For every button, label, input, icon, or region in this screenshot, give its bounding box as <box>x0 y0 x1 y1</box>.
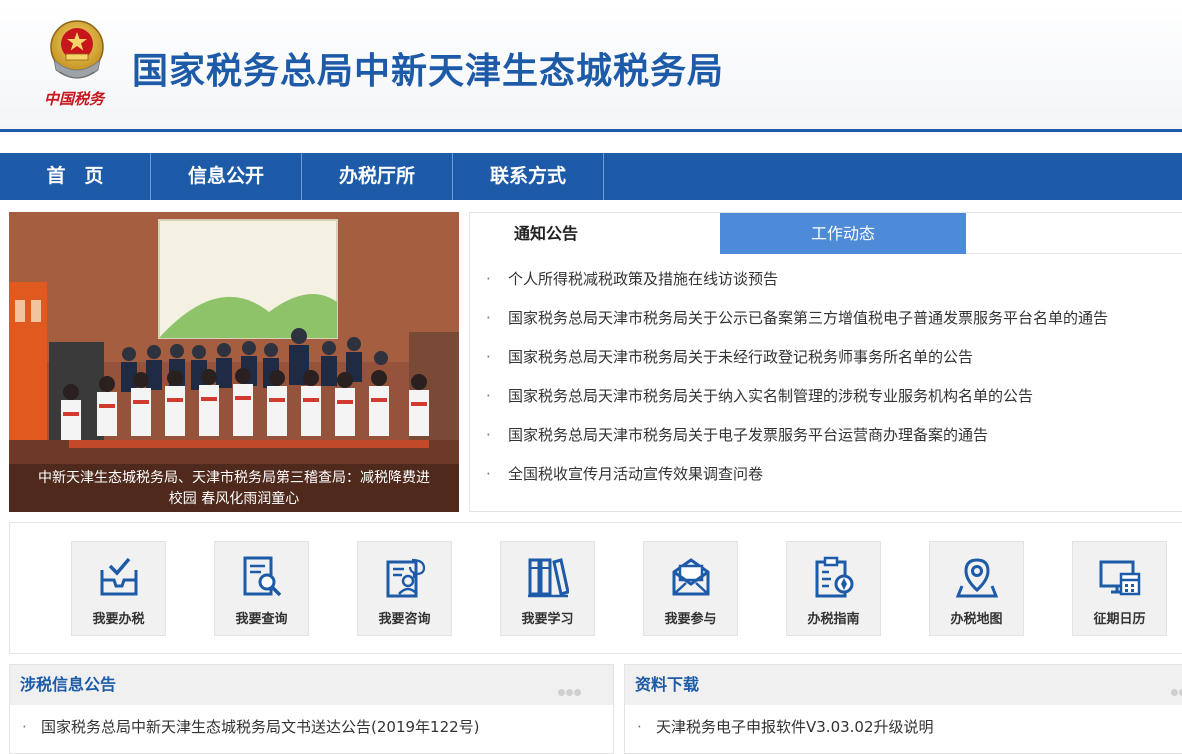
bullet: · <box>22 718 27 736</box>
notice-tabs: 通知公告 工作动态 <box>470 213 1182 255</box>
service-label: 办税指南 <box>807 612 860 627</box>
service-query[interactable]: 我要查询 <box>214 541 309 636</box>
nav-home[interactable]: 首 页 <box>0 153 151 200</box>
notice-list: · 个人所得税减税政策及措施在线访谈预告 · 国家税务总局天津市税务局关于公示已备案… <box>470 254 1182 498</box>
envelope-icon <box>672 558 710 596</box>
notice-panel: 通知公告 工作动态 · 个人所得税减税政策及措施在线访谈预告 · 国家税务总局天津市… <box>469 212 1182 512</box>
service-label: 我要办税 <box>92 612 145 627</box>
service-calendar[interactable]: 征期日历 <box>1072 541 1167 636</box>
site-header: 中国税务 国家税务总局中新天津生态城税务局 <box>0 0 1182 132</box>
caption-line-2: 校园 春风化雨润童心 <box>168 491 300 507</box>
download-link[interactable]: 天津税务电子申报软件V3.03.02升级说明 <box>656 718 934 736</box>
bullet: · <box>486 426 491 444</box>
downloads-panel: 资料下载 · 天津税务电子申报软件V3.03.02升级说明 <box>624 664 1182 754</box>
carousel-caption[interactable]: 中新天津生态城税务局、天津市税务局第三稽查局：减税降费进 校园 春风化雨润童心 <box>9 464 459 512</box>
bullet: · <box>486 270 491 288</box>
nav-info-disclosure[interactable]: 信息公开 <box>151 153 302 200</box>
bullet: · <box>486 348 491 366</box>
tax-info-panel: 涉税信息公告 · 国家税务总局中新天津生态城税务局文书送达公告(2019年122号… <box>9 664 614 754</box>
service-label: 我要学习 <box>521 612 574 627</box>
bullet: · <box>486 387 491 405</box>
main-nav: 首 页 信息公开 办税厅所 联系方式 <box>0 153 1182 200</box>
nav-tax-offices[interactable]: 办税厅所 <box>302 153 453 200</box>
tax-emblem-logo[interactable]: 中国税务 <box>40 14 114 110</box>
news-carousel[interactable]: 中新天津生态城税务局、天津市税务局第三稽查局：减税降费进 校园 春风化雨润童心 <box>9 212 459 512</box>
service-file-tax[interactable]: 我要办税 <box>71 541 166 636</box>
nav-contact[interactable]: 联系方式 <box>453 153 604 200</box>
panel-title: 涉税信息公告 <box>20 675 117 694</box>
notice-link[interactable]: 全国税收宣传月活动宣传效果调查问卷 <box>508 465 763 483</box>
bullet: · <box>637 718 642 736</box>
list-item: · 国家税务总局中新天津生态城税务局文书送达公告(2019年122号) <box>10 715 613 739</box>
service-label: 我要查询 <box>235 612 288 627</box>
panel-header: 资料下载 <box>625 665 1182 705</box>
list-item: · 全国税收宣传月活动宣传效果调查问卷 <box>470 459 1182 498</box>
tab-notices[interactable]: 通知公告 <box>470 213 720 255</box>
list-item: · 国家税务总局天津市税务局关于未经行政登记税务师事务所名单的公告 <box>470 342 1182 381</box>
notice-link[interactable]: 国家税务总局天津市税务局关于纳入实名制管理的涉税专业服务机构名单的公告 <box>508 387 1033 405</box>
document-search-icon <box>243 556 282 597</box>
service-label: 征期日历 <box>1093 612 1146 627</box>
books-icon <box>528 558 569 598</box>
emblem-text: 中国税务 <box>44 90 105 108</box>
panel-header: 涉税信息公告 <box>10 665 613 705</box>
notice-link[interactable]: 国家税务总局天津市税务局关于公示已备案第三方增值税电子普通发票服务平台名单的通告 <box>508 309 1108 327</box>
service-participate[interactable]: 我要参与 <box>643 541 738 636</box>
bullet: · <box>486 465 491 483</box>
service-map[interactable]: 办税地图 <box>929 541 1024 636</box>
service-guide[interactable]: 办税指南 <box>786 541 881 636</box>
service-label: 办税地图 <box>950 612 1003 627</box>
tax-info-list: · 国家税务总局中新天津生态城税务局文书送达公告(2019年122号) <box>10 705 613 739</box>
tax-filing-icon <box>100 557 138 596</box>
tax-info-link[interactable]: 国家税务总局中新天津生态城税务局文书送达公告(2019年122号) <box>41 718 480 736</box>
service-learn[interactable]: 我要学习 <box>500 541 595 636</box>
list-item: · 国家税务总局天津市税务局关于纳入实名制管理的涉税专业服务机构名单的公告 <box>470 381 1182 420</box>
notice-link[interactable]: 国家税务总局天津市税务局关于电子发票服务平台运营商办理备案的通告 <box>508 426 988 444</box>
calendar-monitor-icon <box>1099 560 1141 596</box>
notice-link[interactable]: 个人所得税减税政策及措施在线访谈预告 <box>508 270 778 288</box>
downloads-list: · 天津税务电子申报软件V3.03.02升级说明 <box>625 705 1182 739</box>
panel-title: 资料下载 <box>635 675 700 694</box>
list-item: · 个人所得税减税政策及措施在线访谈预告 <box>470 264 1182 303</box>
map-pin-icon <box>956 558 998 598</box>
service-label: 我要咨询 <box>378 612 431 627</box>
bullet: · <box>486 309 491 327</box>
site-title: 国家税务总局中新天津生态城税务局 <box>132 51 725 92</box>
more-icon[interactable] <box>558 681 584 696</box>
list-item: · 国家税务总局天津市税务局关于电子发票服务平台运营商办理备案的通告 <box>470 420 1182 459</box>
consult-icon <box>386 558 426 598</box>
caption-line-1: 中新天津生态城税务局、天津市税务局第三稽查局：减税降费进 <box>38 470 430 486</box>
service-label: 我要参与 <box>664 612 717 627</box>
service-shortcuts: 我要办税 我要查询 我要咨询 我要学习 我要参与 办税指南 办税地图 征期日历 <box>9 522 1182 654</box>
tab-work-news[interactable]: 工作动态 <box>720 213 966 254</box>
service-consult[interactable]: 我要咨询 <box>357 541 452 636</box>
clipboard-guide-icon <box>815 556 854 598</box>
list-item: · 天津税务电子申报软件V3.03.02升级说明 <box>625 715 1182 739</box>
more-icon[interactable] <box>1171 681 1182 696</box>
notice-link[interactable]: 国家税务总局天津市税务局关于未经行政登记税务师事务所名单的公告 <box>508 348 973 366</box>
list-item: · 国家税务总局天津市税务局关于公示已备案第三方增值税电子普通发票服务平台名单的通… <box>470 303 1182 342</box>
